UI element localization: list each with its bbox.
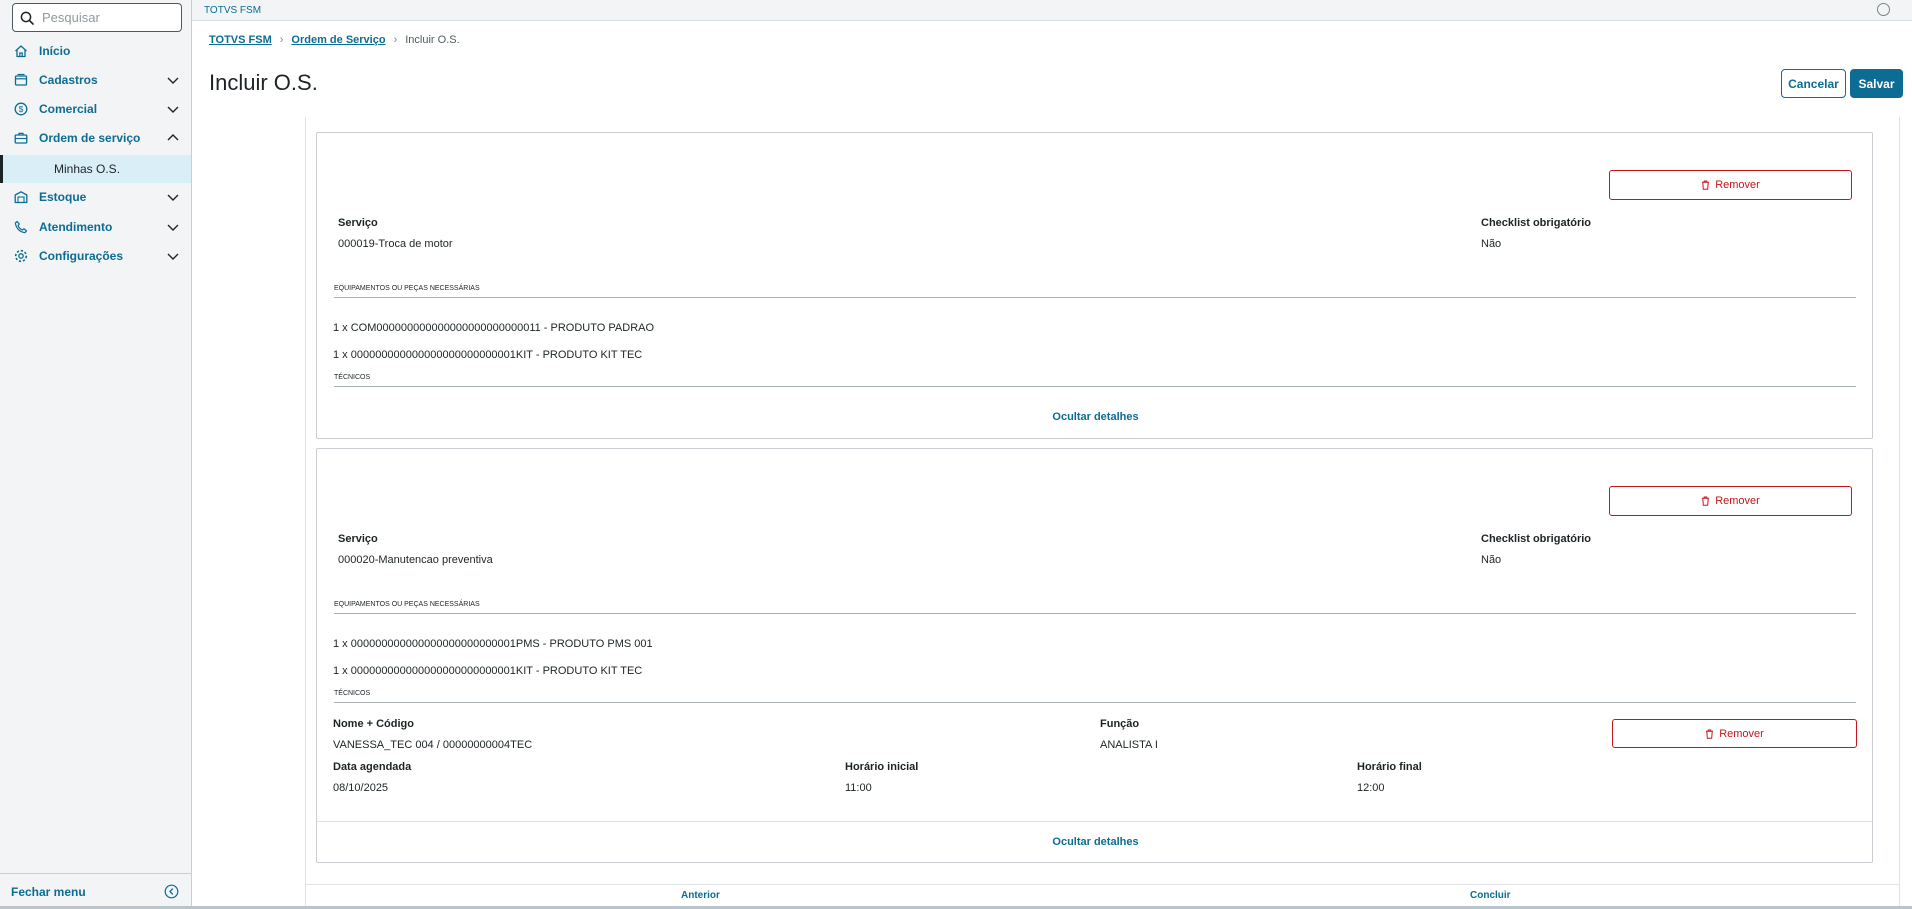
collapse-icon: [164, 884, 179, 899]
equipment-section-title: Equipamentos ou peças necessárias: [334, 285, 480, 292]
close-menu-label: Fechar menu: [11, 884, 86, 899]
sidebar-item-label: Ordem de serviço: [39, 131, 141, 145]
top-bar: TOTVS FSM: [192, 0, 1912, 21]
checklist-value: Não: [1481, 238, 1502, 250]
app-title: TOTVS FSM: [204, 5, 262, 16]
currency-icon: $: [13, 101, 29, 117]
chevron-down-icon: [167, 194, 179, 201]
hide-details-link[interactable]: Ocultar detalhes: [317, 411, 1874, 423]
search-input[interactable]: [42, 10, 172, 25]
sidebar-item-label: Início: [39, 44, 71, 58]
start-time-value: 11:00: [845, 782, 872, 794]
cancel-button[interactable]: Cancelar: [1781, 69, 1846, 98]
breadcrumb-link-ordem-de-servico[interactable]: Ordem de Serviço: [291, 34, 385, 46]
checklist-value: Não: [1481, 554, 1502, 566]
service-card: Remover Serviço 000020-Manutencao preven…: [316, 448, 1873, 863]
breadcrumb-current: Incluir O.S.: [405, 34, 460, 46]
service-value: 000020-Manutencao preventiva: [338, 554, 493, 566]
divider: [305, 884, 1900, 885]
sidebar-item-inicio[interactable]: Início: [0, 37, 191, 65]
equipment-item: 1 x COM000000000000000000000000011 - PRO…: [333, 322, 655, 334]
search-box[interactable]: [12, 3, 182, 32]
sidebar-item-label: Estoque: [39, 190, 87, 204]
divider: [334, 386, 1856, 387]
sidebar-item-cadastros[interactable]: Cadastros: [0, 66, 191, 94]
sidebar-item-label: Configurações: [39, 249, 124, 263]
chevron-right-icon: ›: [279, 34, 284, 46]
gear-icon: [13, 248, 29, 264]
divider: [334, 702, 1856, 703]
service-label: Serviço: [338, 533, 378, 545]
equipment-item: 1 x 000000000000000000000000001PMS - PRO…: [333, 638, 653, 650]
sidebar-item-configuracoes[interactable]: Configurações: [0, 242, 191, 270]
chevron-down-icon: [167, 224, 179, 231]
divider: [317, 821, 1872, 822]
chevron-up-icon: [167, 134, 179, 141]
service-card: Remover Serviço 000019-Troca de motor Ch…: [316, 132, 1873, 439]
service-value: 000019-Troca de motor: [338, 238, 453, 250]
equipment-item: 1 x 000000000000000000000000001KIT - PRO…: [333, 349, 643, 361]
remove-technician-button[interactable]: Remover: [1612, 719, 1857, 748]
scheduled-date-label: Data agendada: [333, 761, 412, 773]
warehouse-icon: [13, 189, 29, 205]
checklist-label: Checklist obrigatório: [1481, 217, 1592, 229]
breadcrumb-link-home[interactable]: TOTVS FSM: [209, 34, 272, 46]
breadcrumb: TOTVS FSM › Ordem de Serviço › Incluir O…: [209, 34, 460, 46]
equipment-item: 1 x 000000000000000000000000001KIT - PRO…: [333, 665, 643, 677]
chevron-right-icon: ›: [393, 34, 398, 46]
technician-role-value: ANALISTA I: [1100, 739, 1158, 751]
remove-label: Remover: [1715, 179, 1760, 191]
phone-icon: [13, 219, 29, 235]
trash-icon: [1702, 496, 1710, 506]
divider: [334, 297, 1856, 298]
page-title: Incluir O.S.: [209, 70, 318, 95]
end-time-value: 12:00: [1357, 782, 1385, 794]
checklist-label: Checklist obrigatório: [1481, 533, 1592, 545]
trash-icon: [1706, 729, 1714, 739]
service-label: Serviço: [338, 217, 378, 229]
sidebar-item-label: Comercial: [39, 102, 98, 116]
scheduled-date-value: 08/10/2025: [333, 782, 389, 794]
close-menu-button[interactable]: Fechar menu: [0, 873, 191, 909]
save-button[interactable]: Salvar: [1850, 69, 1903, 98]
technicians-section-title: Técnicos: [334, 690, 371, 697]
trash-icon: [1702, 180, 1710, 190]
chevron-down-icon: [167, 253, 179, 260]
sidebar-item-comercial[interactable]: $ Comercial: [0, 95, 191, 123]
home-icon: [13, 43, 29, 59]
finish-step-button[interactable]: Concluir: [1470, 890, 1511, 901]
sidebar-item-atendimento[interactable]: Atendimento: [0, 213, 191, 241]
sidebar-item-label: Cadastros: [39, 73, 98, 87]
remove-service-button[interactable]: Remover: [1609, 170, 1852, 200]
end-time-label: Horário final: [1357, 761, 1422, 773]
search-icon: [20, 11, 34, 25]
start-time-label: Horário inicial: [845, 761, 919, 773]
remove-label: Remover: [1719, 727, 1764, 740]
divider: [334, 613, 1856, 614]
technicians-section-title: Técnicos: [334, 374, 371, 381]
svg-text:$: $: [19, 104, 24, 114]
remove-service-button[interactable]: Remover: [1609, 486, 1852, 516]
user-icon[interactable]: [1877, 3, 1890, 16]
technician-name-label: Nome + Código: [333, 718, 414, 730]
chevron-down-icon: [167, 106, 179, 113]
remove-label: Remover: [1715, 495, 1760, 507]
sidebar: Início Cadastros $ Comercial Ordem de se…: [0, 0, 192, 909]
chevron-down-icon: [167, 77, 179, 84]
technician-name-value: VANESSA_TEC 004 / 00000000004TEC: [333, 739, 533, 751]
sidebar-item-ordem-de-servico[interactable]: Ordem de serviço: [0, 124, 191, 152]
previous-step-button[interactable]: Anterior: [681, 890, 720, 901]
sidebar-item-minhas-os[interactable]: Minhas O.S.: [0, 155, 191, 183]
technician-role-label: Função: [1100, 718, 1140, 730]
register-icon: [13, 72, 29, 88]
app-window: Início Cadastros $ Comercial Ordem de se…: [0, 0, 1912, 909]
services-step-content[interactable]: Remover Serviço 000019-Troca de motor Ch…: [305, 117, 1900, 909]
sidebar-item-estoque[interactable]: Estoque: [0, 183, 191, 211]
sidebar-item-label: Minhas O.S.: [54, 162, 121, 176]
briefcase-icon: [13, 130, 29, 146]
hide-details-link[interactable]: Ocultar detalhes: [317, 836, 1874, 848]
equipment-section-title: Equipamentos ou peças necessárias: [334, 601, 480, 608]
sidebar-item-label: Atendimento: [39, 220, 113, 234]
